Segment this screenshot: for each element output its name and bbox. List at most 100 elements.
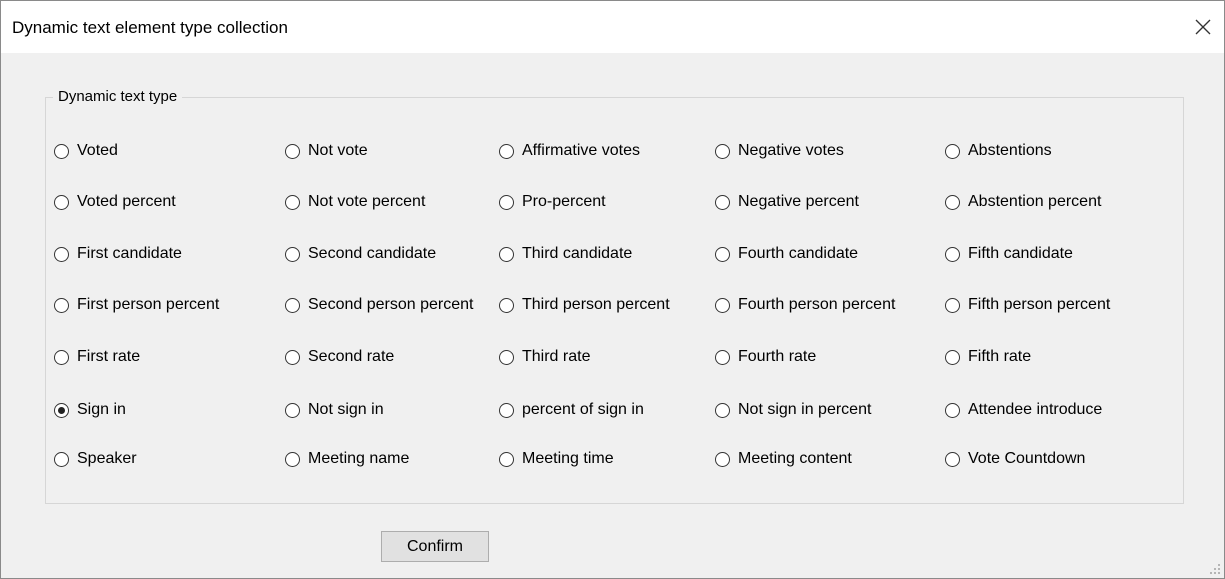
radio-button[interactable] (285, 402, 300, 418)
radio-label: Not sign in (308, 401, 384, 418)
radio-option[interactable]: Negative votes (715, 141, 844, 161)
radio-option[interactable]: Second candidate (285, 244, 436, 264)
radio-button[interactable] (499, 402, 514, 418)
radio-option[interactable]: Meeting name (285, 449, 409, 469)
radio-option[interactable]: Attendee introduce (945, 400, 1102, 420)
radio-button[interactable] (285, 246, 300, 262)
radio-button[interactable] (54, 451, 69, 467)
radio-label: Speaker (77, 450, 137, 467)
radio-option[interactable]: Abstention percent (945, 192, 1101, 212)
radio-button[interactable] (715, 402, 730, 418)
resize-grip-icon[interactable] (1209, 563, 1221, 575)
radio-option[interactable]: Not sign in (285, 400, 384, 420)
radio-button[interactable] (715, 246, 730, 262)
radio-option[interactable]: Second rate (285, 347, 394, 367)
radio-button-checked[interactable] (54, 402, 69, 418)
radio-option[interactable]: Third candidate (499, 244, 632, 264)
radio-label: Second rate (308, 348, 395, 365)
radio-button[interactable] (54, 194, 69, 210)
radio-option[interactable]: First candidate (54, 244, 182, 264)
radio-option[interactable]: percent of sign in (499, 400, 644, 420)
radio-option[interactable]: First rate (54, 347, 140, 367)
radio-option[interactable]: Fifth person percent (945, 295, 1110, 315)
radio-button[interactable] (54, 349, 69, 365)
radio-button[interactable] (499, 349, 514, 365)
radio-label: Voted (77, 142, 118, 159)
radio-label: Vote Countdown (968, 450, 1086, 467)
radio-button[interactable] (715, 194, 730, 210)
radio-label: Fourth rate (738, 348, 817, 365)
radio-label: Third rate (522, 348, 591, 365)
radio-button[interactable] (499, 451, 514, 467)
radio-button[interactable] (54, 143, 69, 159)
radio-option[interactable]: Negative percent (715, 192, 859, 212)
radio-option[interactable]: Vote Countdown (945, 449, 1085, 469)
radio-label: percent of sign in (522, 401, 644, 418)
radio-label: Meeting name (308, 450, 410, 467)
radio-button[interactable] (715, 143, 730, 159)
radio-option[interactable]: Abstentions (945, 141, 1052, 161)
radio-label: Meeting content (738, 450, 852, 467)
radio-button[interactable] (945, 297, 960, 313)
radio-option[interactable]: Third rate (499, 347, 590, 367)
radio-button[interactable] (715, 451, 730, 467)
radio-button[interactable] (715, 349, 730, 365)
radio-button[interactable] (945, 402, 960, 418)
radio-label: Voted percent (77, 193, 176, 210)
radio-label: Second person percent (308, 296, 474, 313)
radio-label: Pro-percent (522, 193, 606, 210)
radio-label: Third candidate (522, 245, 633, 262)
radio-option[interactable]: Affirmative votes (499, 141, 640, 161)
dialog-window: Dynamic text element type collection Dyn… (0, 0, 1225, 579)
radio-option[interactable]: Meeting content (715, 449, 852, 469)
radio-button[interactable] (285, 194, 300, 210)
radio-button[interactable] (945, 246, 960, 262)
radio-label: Fourth person percent (738, 296, 896, 313)
radio-option[interactable]: Not vote percent (285, 192, 425, 212)
radio-label: Negative percent (738, 193, 859, 210)
radio-option[interactable]: Second person percent (285, 295, 473, 315)
radio-option[interactable]: Not vote (285, 141, 368, 161)
radio-option[interactable]: First person percent (54, 295, 219, 315)
radio-button[interactable] (54, 246, 69, 262)
close-button[interactable] (1188, 11, 1218, 41)
radio-option[interactable]: Not sign in percent (715, 400, 871, 420)
radio-button[interactable] (499, 143, 514, 159)
radio-option[interactable]: Voted percent (54, 192, 176, 212)
radio-option[interactable]: Fourth person percent (715, 295, 895, 315)
radio-button[interactable] (499, 246, 514, 262)
radio-label: Negative votes (738, 142, 844, 159)
radio-option[interactable]: Fifth candidate (945, 244, 1073, 264)
radio-button[interactable] (285, 297, 300, 313)
radio-option[interactable]: Speaker (54, 449, 137, 469)
radio-button[interactable] (285, 143, 300, 159)
radio-label: Not vote (308, 142, 368, 159)
radio-button[interactable] (945, 349, 960, 365)
radio-option[interactable]: Fifth rate (945, 347, 1031, 367)
radio-button[interactable] (285, 349, 300, 365)
radio-option[interactable]: Fourth rate (715, 347, 816, 367)
radio-button[interactable] (945, 194, 960, 210)
radio-button[interactable] (285, 451, 300, 467)
radio-button[interactable] (499, 297, 514, 313)
radio-option[interactable]: Fourth candidate (715, 244, 858, 264)
radio-label: Abstentions (968, 142, 1052, 159)
radio-label: First person percent (77, 296, 220, 313)
radio-label: Attendee introduce (968, 401, 1103, 418)
radio-option[interactable]: Meeting time (499, 449, 614, 469)
radio-label: Fifth candidate (968, 245, 1073, 262)
radio-button[interactable] (499, 194, 514, 210)
window-title: Dynamic text element type collection (12, 18, 288, 37)
radio-button[interactable] (945, 143, 960, 159)
radio-label: Sign in (77, 401, 126, 418)
radio-option[interactable]: Voted (54, 141, 118, 161)
radio-option[interactable]: Pro-percent (499, 192, 606, 212)
radio-button[interactable] (54, 297, 69, 313)
radio-button[interactable] (715, 297, 730, 313)
radio-option[interactable]: Sign in (54, 400, 126, 420)
radio-button[interactable] (945, 451, 960, 467)
radio-option[interactable]: Third person percent (499, 295, 670, 315)
radio-label: Not sign in percent (738, 401, 872, 418)
radio-label: Second candidate (308, 245, 437, 262)
confirm-button[interactable]: Confirm (381, 531, 489, 562)
